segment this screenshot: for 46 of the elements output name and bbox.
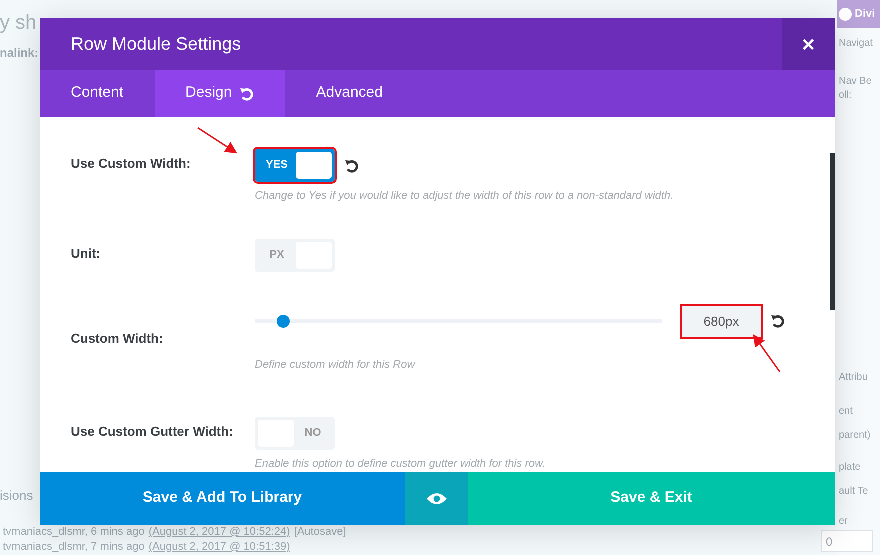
toggle-switch[interactable]: PX <box>255 238 335 272</box>
modal-title: Row Module Settings <box>70 32 242 56</box>
order-field[interactable]: 0 <box>821 530 873 552</box>
sidebar-label: plate <box>838 462 861 474</box>
sidebar-label: er <box>838 516 848 528</box>
sidebar-title: Divi <box>855 6 876 22</box>
annotation-arrow <box>198 127 238 154</box>
sidebar-label: Nav Be <box>838 76 872 88</box>
revision-link[interactable]: (August 2, 2017 @ 10:51:39) <box>148 541 290 554</box>
setting-label: Use Custom Gutter Width: <box>71 423 234 441</box>
help-text: Enable this option to define custom gutter width for this row. <box>255 457 546 472</box>
revision-note: [Autosave] <box>294 526 346 539</box>
tab[interactable]: Design <box>154 70 286 117</box>
slider-thumb[interactable] <box>277 314 290 328</box>
revision-author: tvmaniacs_dlsmr, 6 mins ago <box>3 526 145 539</box>
revisions-heading: isions <box>0 487 34 505</box>
setting-label: Use Custom Width: <box>71 155 192 173</box>
toggle-switch[interactable]: NO <box>255 417 335 450</box>
annotation-arrow <box>753 334 781 372</box>
preview-button[interactable] <box>405 472 468 525</box>
close-button[interactable]: × <box>782 18 835 70</box>
scrollbar[interactable] <box>830 153 835 310</box>
save-library-button[interactable]: Save & Add To Library <box>40 472 405 525</box>
page-title: y sh <box>0 11 37 36</box>
reset-icon[interactable] <box>771 314 785 328</box>
sidebar-label: ent <box>838 406 853 418</box>
revision-link[interactable]: (August 2, 2017 @ 10:52:24) <box>148 526 290 539</box>
permalink-label: nalink: <box>0 45 39 62</box>
reset-icon[interactable] <box>345 158 359 172</box>
setting-label: Custom Width: <box>71 332 164 346</box>
help-text: Define custom width for this Row <box>255 358 417 372</box>
revision-author: tvmaniacs_dlsmr, 7 mins ago <box>3 541 145 554</box>
eye-icon <box>426 492 446 506</box>
sidebar-label: oll: <box>838 90 852 102</box>
help-text: Change to Yes if you would like to adjust the width of this row to a non-standard width. <box>255 189 675 204</box>
sidebar-label: Attribu <box>838 372 868 384</box>
value-field[interactable]: 680px <box>682 306 761 336</box>
logo-icon <box>839 8 852 20</box>
setting-label: Unit: <box>71 244 102 262</box>
sidebar-label: Navigat <box>838 38 873 50</box>
save-exit-button[interactable]: Save & Exit <box>468 472 835 525</box>
sidebar-label: ault Te <box>838 486 868 498</box>
tab[interactable]: Content <box>40 70 155 117</box>
toggle-switch[interactable]: YES <box>255 149 335 182</box>
tab[interactable]: Advanced <box>285 70 414 117</box>
sidebar-label: parent) <box>838 430 871 442</box>
